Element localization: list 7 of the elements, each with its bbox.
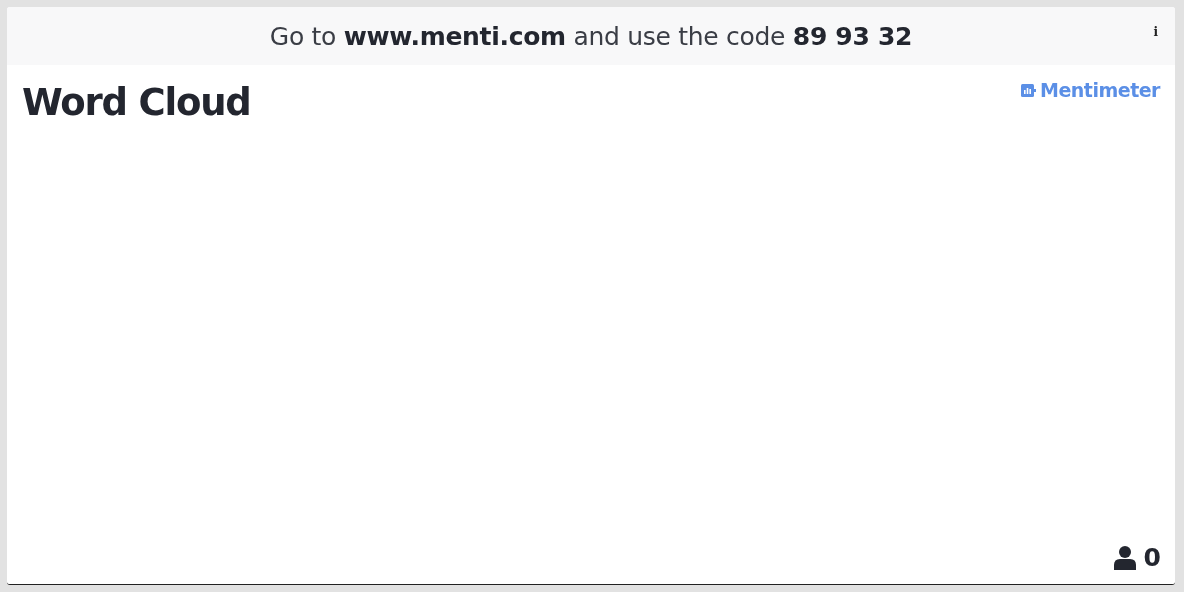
participant-count: 0 xyxy=(1143,543,1161,572)
person-icon xyxy=(1113,545,1136,570)
join-instruction: Go to www.menti.com and use the code 89 93 32 xyxy=(269,21,913,51)
bar-chart-icon xyxy=(1021,83,1037,97)
slide-title: Word Cloud xyxy=(22,81,251,124)
brand-logo: Mentimeter xyxy=(1040,79,1160,101)
info-button[interactable]: i xyxy=(1153,25,1158,39)
